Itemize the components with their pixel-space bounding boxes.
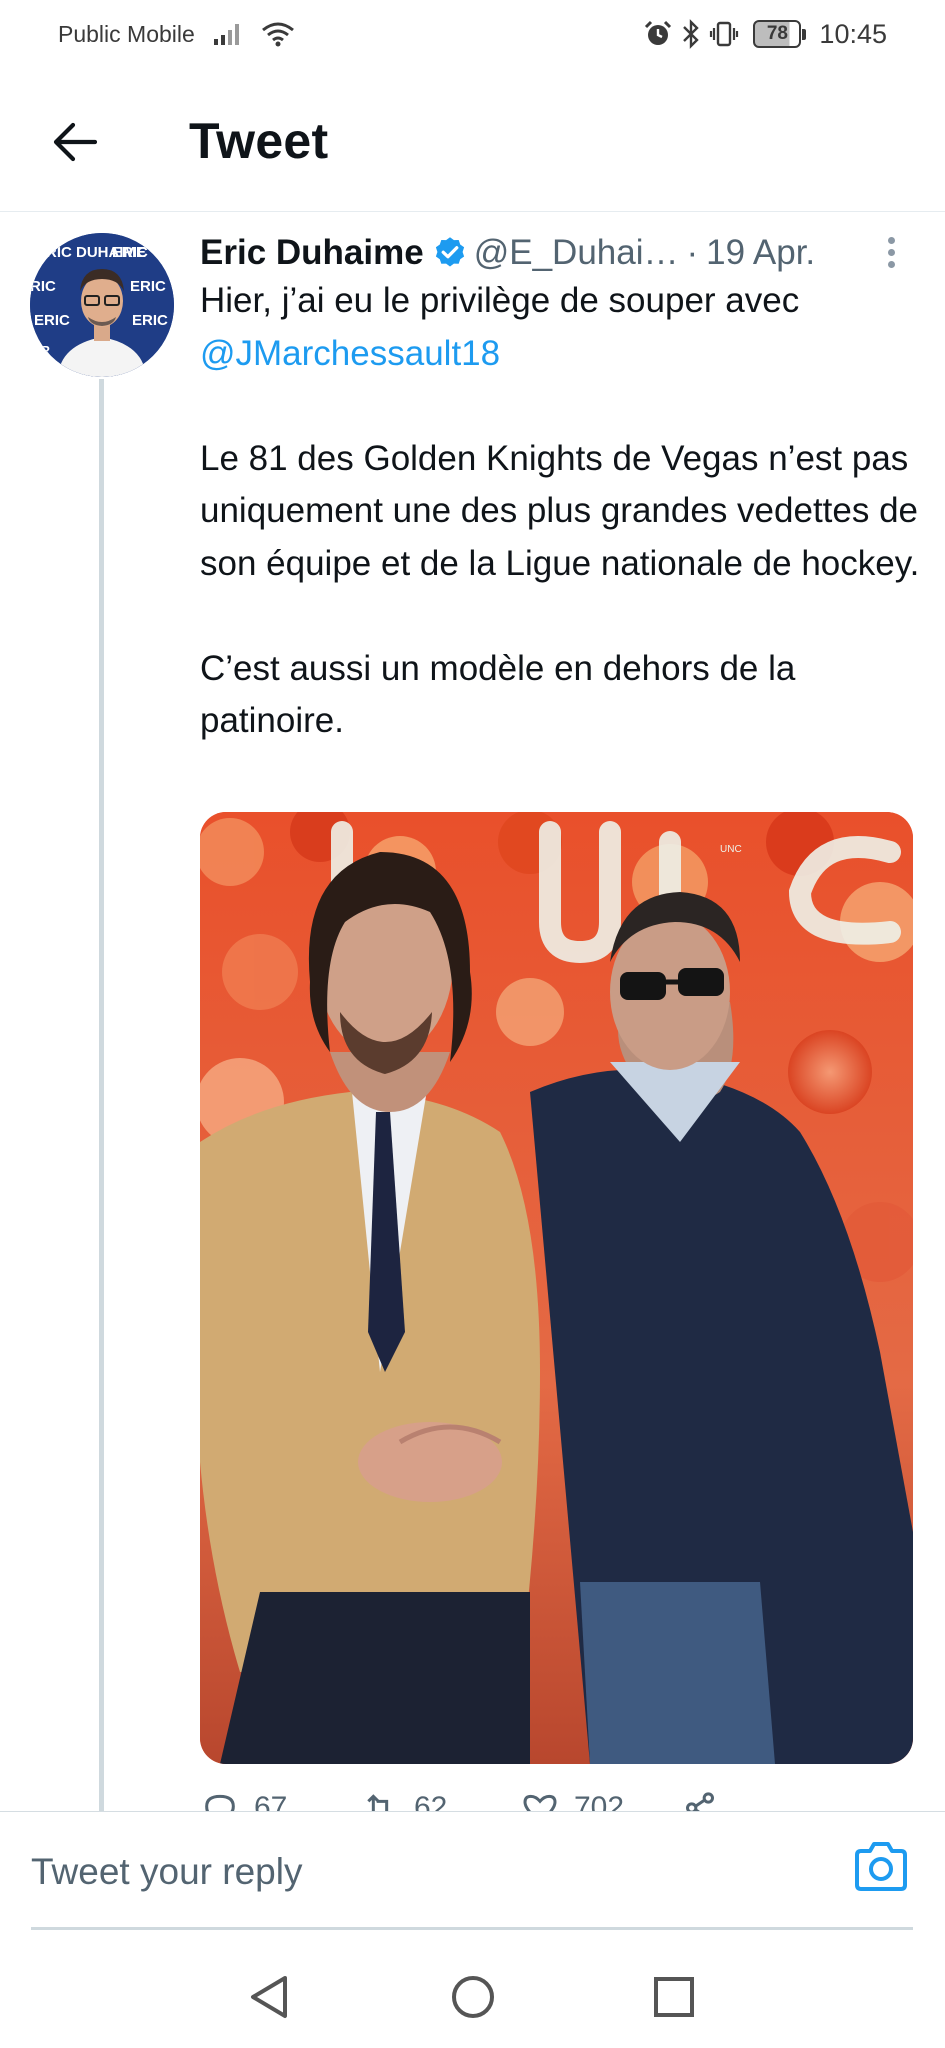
retweet-count: 62 xyxy=(414,1791,448,1811)
alarm-icon xyxy=(643,19,673,49)
back-arrow-icon xyxy=(53,122,97,162)
tweet-text: Hier, j’ai eu le privilège de souper ave… xyxy=(200,275,920,748)
bluetooth-icon xyxy=(681,19,701,49)
share-action[interactable] xyxy=(680,1788,840,1811)
retweet-action[interactable]: 62 xyxy=(360,1788,520,1811)
more-options-icon[interactable] xyxy=(876,227,906,277)
svg-text:ERIC: ERIC xyxy=(132,312,168,329)
reply-icon xyxy=(205,1794,235,1811)
retweet-icon xyxy=(367,1794,389,1811)
like-action[interactable]: 702 xyxy=(520,1788,680,1811)
verified-badge-icon xyxy=(432,235,468,271)
svg-text:ERIC: ERIC xyxy=(34,312,70,329)
reply-input[interactable] xyxy=(31,1842,711,1902)
reply-action[interactable]: 67 xyxy=(200,1788,360,1811)
svg-text:ERIC: ERIC xyxy=(30,278,56,295)
svg-text:ÉR: ÉR xyxy=(32,343,51,358)
avatar[interactable]: ERIC DUHAIME ERIC ERIC ERIC ERIC ERIC ÉR xyxy=(30,233,174,377)
system-nav-bar xyxy=(0,1930,945,2048)
reply-composer xyxy=(0,1811,945,1930)
tweet-text-intro: Hier, j’ai eu le privilège de souper ave… xyxy=(200,281,809,320)
separator-dot: · xyxy=(686,233,699,272)
carrier-name: Public Mobile xyxy=(58,20,195,47)
battery-indicator: 78 xyxy=(753,20,807,48)
svg-text:ERIC: ERIC xyxy=(112,244,148,261)
svg-text:ERIC: ERIC xyxy=(130,278,166,295)
home-circle-icon[interactable] xyxy=(448,1972,498,2022)
like-icon xyxy=(523,1794,557,1811)
tweet-detail-screen: Public Mobile 78 10:45 Tweet ERIC DUHAIM… xyxy=(0,0,945,2048)
tweet-date[interactable]: 19 Apr. xyxy=(706,233,815,273)
status-left: Public Mobile xyxy=(58,21,295,48)
signal-icon xyxy=(213,22,243,46)
mention-link[interactable]: @JMarchessault18 xyxy=(200,334,500,373)
tweet-text-body: Le 81 des Golden Knights de Vegas n’est … xyxy=(200,438,920,740)
page-title: Tweet xyxy=(189,113,329,169)
author-handle[interactable]: @E_Duhai… xyxy=(474,233,679,273)
vibrate-icon xyxy=(709,19,739,49)
thread-line xyxy=(99,379,104,1811)
tweet[interactable]: ERIC DUHAIME ERIC ERIC ERIC ERIC ERIC ÉR xyxy=(0,213,945,1811)
status-right: 78 10:45 xyxy=(643,19,887,50)
recents-square-icon[interactable] xyxy=(649,1972,699,2022)
reply-count: 67 xyxy=(254,1791,288,1811)
svg-text:UNC: UNC xyxy=(720,844,742,855)
back-triangle-icon[interactable] xyxy=(244,1972,294,2022)
tweet-action-bar: 67 62 702 xyxy=(200,1788,840,1811)
tweet-photo[interactable]: UNC xyxy=(200,812,913,1764)
wifi-icon xyxy=(261,21,295,47)
author-name[interactable]: Eric Duhaime xyxy=(200,233,424,273)
clock: 10:45 xyxy=(819,18,887,49)
status-bar: Public Mobile 78 10:45 xyxy=(0,0,945,68)
camera-icon[interactable] xyxy=(852,1838,910,1896)
share-icon xyxy=(686,1792,714,1811)
tweet-header: Eric Duhaime @E_Duhai… · 19 Apr. xyxy=(200,227,920,279)
app-header: Tweet xyxy=(0,68,945,212)
like-count: 702 xyxy=(574,1791,625,1811)
back-button[interactable] xyxy=(46,114,102,170)
